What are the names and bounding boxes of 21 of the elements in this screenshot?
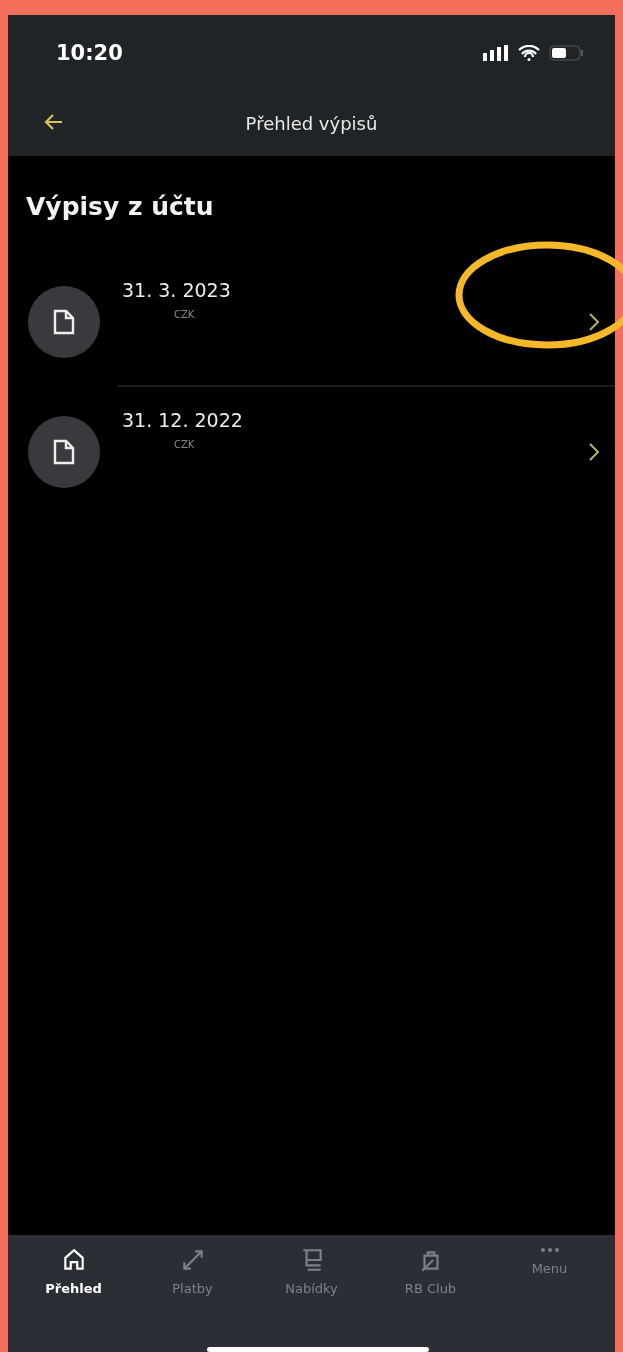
statement-currency: CZK <box>174 309 196 320</box>
battery-icon <box>549 44 585 61</box>
screen-title: Přehled výpisů <box>245 112 378 134</box>
statement-date: 31. 12. 2022 <box>122 409 243 431</box>
wifi-icon <box>518 44 540 61</box>
statement-currency: CZK <box>174 439 196 450</box>
tab-bar-item[interactable]: Platby <box>142 1247 243 1311</box>
section-title: Výpisy z účtu <box>26 192 215 221</box>
open-statement-button[interactable] <box>587 441 601 463</box>
status-time: 10:20 <box>56 40 123 65</box>
tab-bar-item[interactable]: Nabídky <box>261 1247 362 1311</box>
tab-bar-item[interactable]: Menu <box>499 1247 600 1311</box>
open-statement-button[interactable] <box>587 311 601 333</box>
statement-date: 31. 3. 2023 <box>122 279 231 301</box>
document-icon <box>53 309 75 335</box>
chevron-right-icon <box>587 311 601 333</box>
document-icon <box>53 439 75 465</box>
tab-bar-item[interactable]: RB Club <box>380 1247 481 1311</box>
tab-bar-item[interactable]: Přehled <box>23 1247 124 1311</box>
chevron-right-icon <box>587 441 601 463</box>
signal-icon <box>483 44 509 61</box>
